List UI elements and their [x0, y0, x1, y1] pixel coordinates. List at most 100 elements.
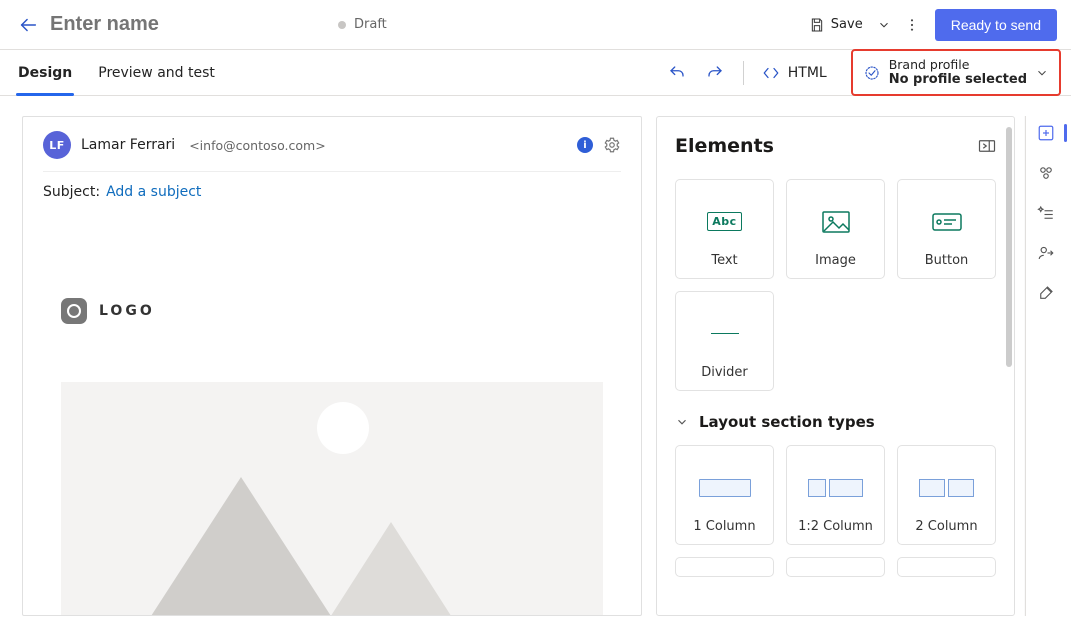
ready-to-send-button[interactable]: Ready to send — [935, 9, 1057, 41]
elements-panel: Elements Abc Text — [656, 116, 1015, 616]
nav-content[interactable] — [1031, 198, 1061, 228]
html-toggle-button[interactable]: HTML — [758, 60, 831, 86]
save-label: Save — [831, 17, 863, 32]
layout-section-title: Layout section types — [699, 413, 875, 431]
layout-label: 2 Column — [915, 519, 977, 534]
tab-preview-and-test[interactable]: Preview and test — [96, 50, 217, 95]
layout-preview-icon — [919, 479, 974, 497]
email-body[interactable]: LOGO — [23, 206, 641, 616]
drag-grip-icon — [943, 454, 951, 456]
drag-grip-icon — [832, 188, 840, 190]
redo-button[interactable] — [701, 59, 729, 87]
chevron-down-icon — [675, 415, 689, 429]
layout-section-header[interactable]: Layout section types — [675, 413, 996, 431]
save-split-button[interactable] — [875, 14, 893, 36]
layout-card-partial[interactable] — [675, 557, 774, 577]
designer-toolbar: Design Preview and test HTML Brand profi… — [0, 50, 1071, 96]
save-icon — [809, 17, 825, 33]
button-icon — [932, 213, 962, 231]
group-icon — [1037, 164, 1055, 182]
drag-grip-icon — [943, 188, 951, 190]
nav-personalize[interactable] — [1031, 158, 1061, 188]
email-settings-button[interactable] — [603, 136, 621, 154]
element-text-card[interactable]: Abc Text — [675, 179, 774, 279]
subject-label: Subject: — [43, 184, 100, 200]
brand-profile-icon — [863, 64, 881, 82]
nav-styles[interactable] — [1031, 278, 1061, 308]
sender-email: <info@contoso.com> — [189, 138, 326, 153]
layout-card-partial[interactable] — [786, 557, 885, 577]
brand-profile-value: No profile selected — [889, 72, 1027, 88]
image-icon — [822, 211, 850, 233]
status-indicator: Draft — [338, 17, 387, 32]
drag-grip-icon — [721, 454, 729, 456]
nav-audience[interactable] — [1031, 238, 1061, 268]
email-name-input[interactable] — [48, 12, 248, 37]
back-button[interactable] — [8, 5, 48, 45]
layout-2-column-card[interactable]: 2 Column — [897, 445, 996, 545]
brand-profile-dropdown[interactable]: Brand profile No profile selected — [851, 49, 1061, 96]
status-dot-icon — [338, 21, 346, 29]
sender-avatar: LF — [43, 131, 71, 159]
more-vertical-icon — [904, 17, 920, 33]
nav-elements[interactable] — [1031, 118, 1061, 148]
divider-icon — [711, 333, 739, 334]
layout-card-partial[interactable] — [897, 557, 996, 577]
save-button[interactable]: Save — [803, 13, 869, 37]
workspace: LF Lamar Ferrari <info@contoso.com> i Su… — [0, 96, 1071, 620]
side-nav — [1025, 116, 1065, 616]
drag-grip-icon — [721, 564, 729, 566]
drag-grip-icon — [943, 564, 951, 566]
image-placeholder[interactable] — [61, 382, 603, 616]
element-divider-card[interactable]: Divider — [675, 291, 774, 391]
drag-grip-icon — [721, 188, 729, 190]
paintbrush-icon — [1037, 284, 1055, 302]
undo-icon — [668, 64, 686, 82]
logo-mark-icon — [61, 298, 87, 324]
placeholder-mountain-icon — [131, 477, 351, 616]
from-row: LF Lamar Ferrari <info@contoso.com> i — [43, 131, 621, 172]
undo-button[interactable] — [663, 59, 691, 87]
collapse-right-icon — [978, 139, 996, 153]
subject-row[interactable]: Subject: Add a subject — [43, 172, 621, 206]
drag-grip-icon — [832, 454, 840, 456]
chevron-down-icon — [1035, 66, 1049, 80]
logo-block[interactable]: LOGO — [43, 226, 621, 324]
panel-scrollbar[interactable] — [1006, 127, 1012, 367]
element-button-card[interactable]: Button — [897, 179, 996, 279]
sender-name[interactable]: Lamar Ferrari — [81, 137, 175, 153]
sparkle-list-icon — [1037, 204, 1055, 222]
arrow-left-icon — [17, 14, 39, 36]
redo-icon — [706, 64, 724, 82]
add-element-icon — [1037, 124, 1055, 142]
gear-icon — [603, 136, 621, 154]
tab-design[interactable]: Design — [16, 50, 74, 95]
text-icon: Abc — [707, 212, 741, 231]
layout-preview-icon — [808, 479, 863, 497]
top-command-bar: Draft Save Ready to send — [0, 0, 1071, 50]
chevron-down-icon — [877, 18, 891, 32]
subject-placeholder[interactable]: Add a subject — [106, 184, 201, 200]
code-icon — [762, 64, 780, 82]
info-badge[interactable]: i — [577, 137, 593, 153]
panel-collapse-button[interactable] — [978, 139, 996, 153]
layout-1-column-card[interactable]: 1 Column — [675, 445, 774, 545]
element-label: Image — [815, 253, 856, 268]
element-label: Divider — [701, 365, 748, 380]
placeholder-sun-icon — [317, 402, 369, 454]
more-menu-button[interactable] — [899, 12, 925, 38]
layout-1-2-column-card[interactable]: 1:2 Column — [786, 445, 885, 545]
element-label: Text — [711, 253, 737, 268]
right-rail: Elements Abc Text — [656, 116, 1071, 620]
email-canvas[interactable]: LF Lamar Ferrari <info@contoso.com> i Su… — [22, 116, 642, 616]
toolbar-separator — [743, 61, 744, 85]
drag-grip-icon — [832, 564, 840, 566]
html-toggle-label: HTML — [788, 65, 827, 81]
canvas-area: LF Lamar Ferrari <info@contoso.com> i Su… — [22, 116, 642, 620]
status-label: Draft — [354, 17, 387, 32]
drag-grip-icon — [721, 300, 729, 302]
element-image-card[interactable]: Image — [786, 179, 885, 279]
layout-label: 1 Column — [693, 519, 755, 534]
layout-label: 1:2 Column — [798, 519, 873, 534]
panel-title: Elements — [675, 135, 774, 157]
